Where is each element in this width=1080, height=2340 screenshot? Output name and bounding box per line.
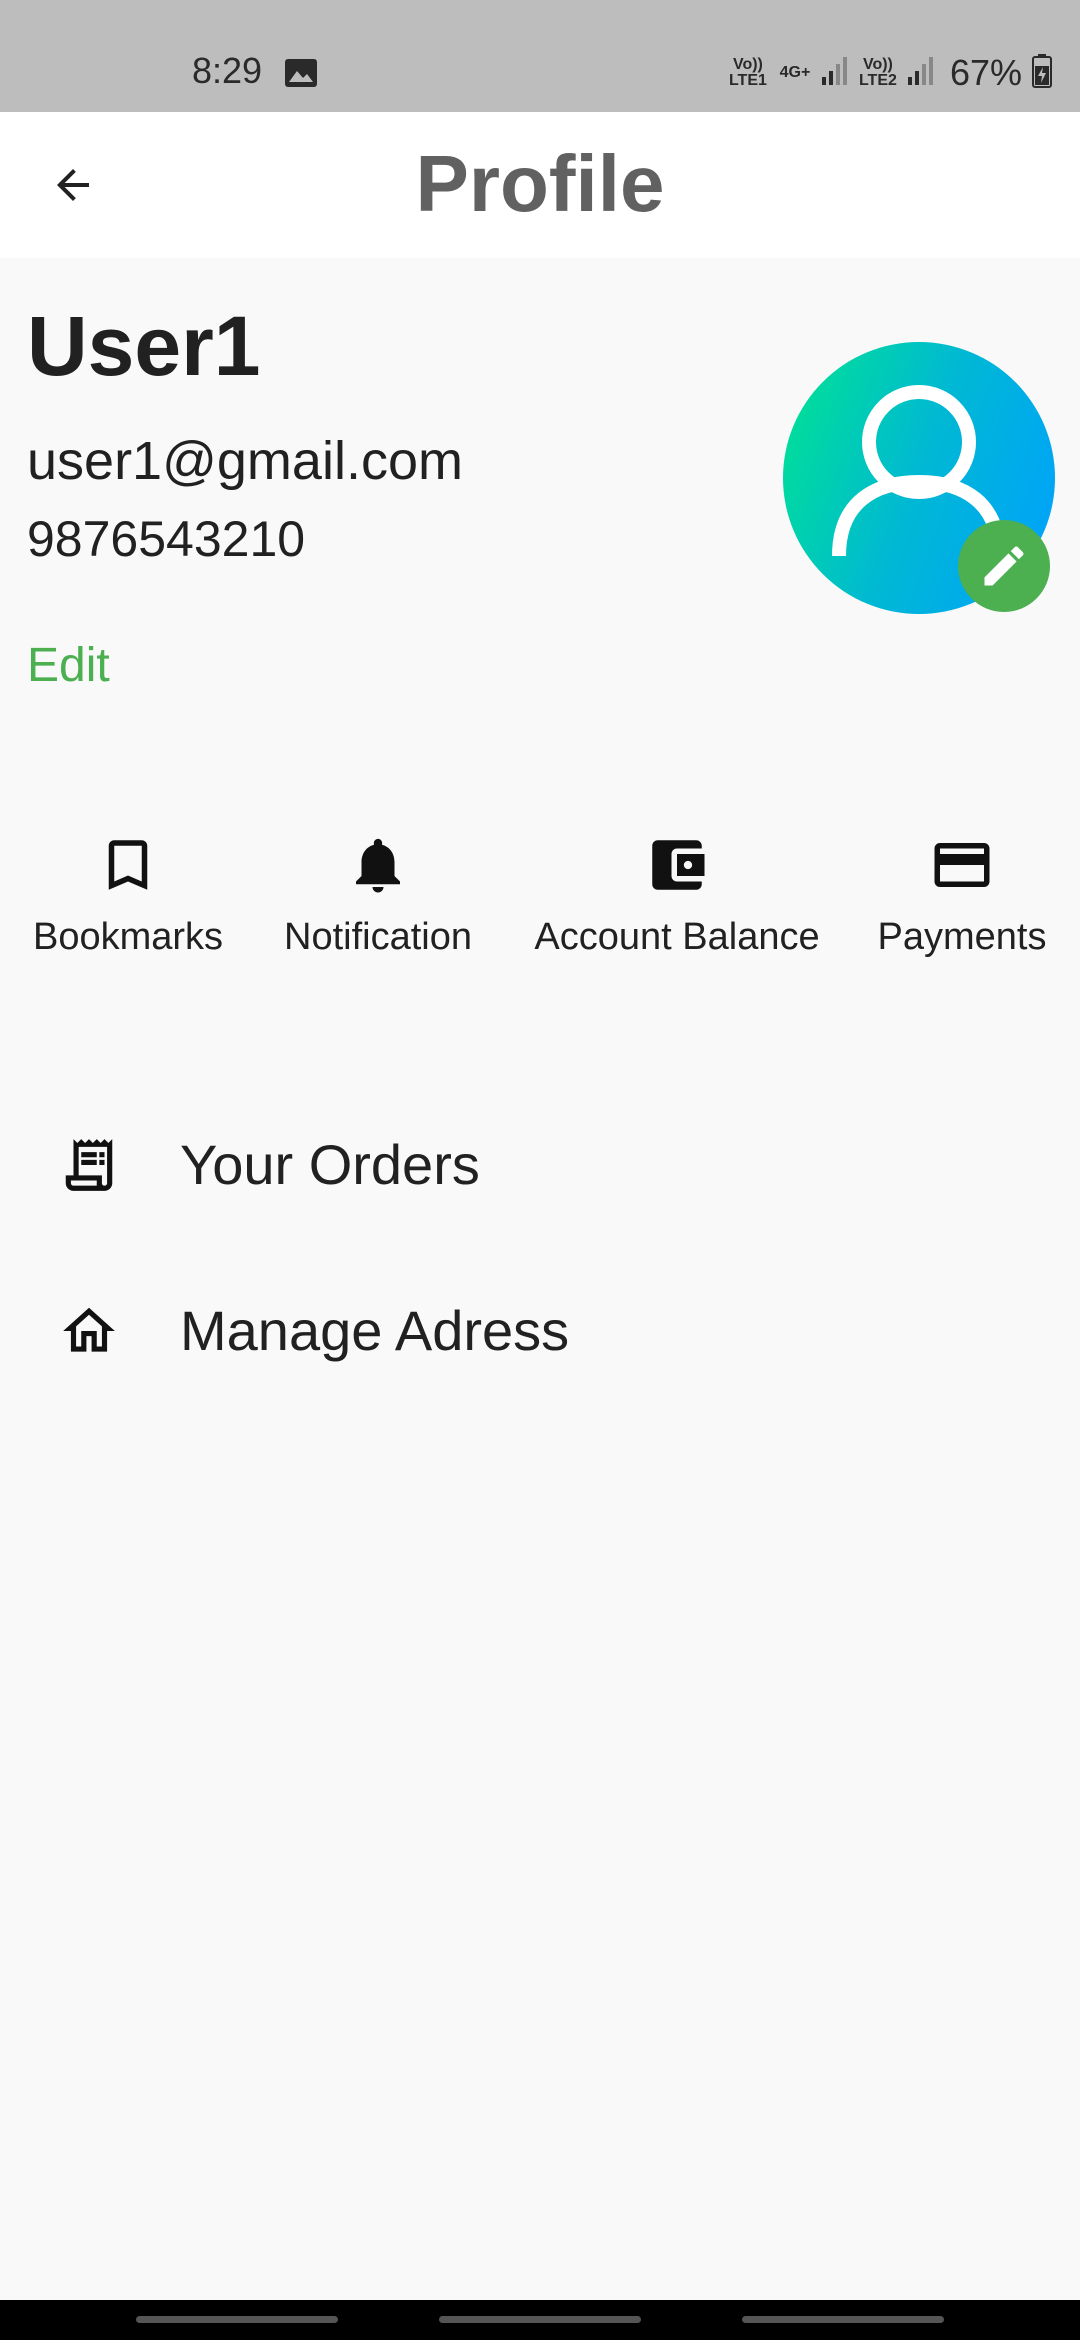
system-nav-bar [0,2300,1080,2340]
bookmarks-button[interactable]: Bookmarks [27,832,229,959]
image-notification-icon [284,58,318,93]
status-bar: 8:29 Vo)) LTE1 4G+ Vo)) LTE2 67% [0,0,1080,112]
account-balance-label: Account Balance [534,916,820,958]
user-phone: 9876543210 [27,511,306,567]
your-orders-label: Your Orders [180,1133,480,1196]
edit-profile-link[interactable]: Edit [27,638,110,693]
quick-actions: Bookmarks Notification Account Balance P… [0,832,1080,1002]
signal-icon [907,56,934,90]
status-time: 8:29 [192,50,263,91]
app-bar: Profile [0,112,1080,258]
credit-card-icon [934,843,990,887]
battery-icon [1032,53,1052,93]
receipt-icon [58,1134,120,1201]
account-balance-button[interactable]: Account Balance [524,832,830,959]
manage-address-item[interactable]: Manage Adress [0,1274,1080,1384]
manage-address-label: Manage Adress [180,1299,570,1362]
bell-icon [356,838,400,893]
home-icon [58,1300,120,1367]
bookmarks-label: Bookmarks [32,916,224,958]
notification-button[interactable]: Notification [272,832,484,959]
nav-handle[interactable] [439,2316,641,2323]
edit-avatar-button[interactable] [958,520,1050,612]
sim1-label: Vo)) LTE1 [728,56,767,89]
payments-label: Payments [877,916,1047,958]
status-indicators: Vo)) LTE1 4G+ Vo)) LTE2 67% [728,52,1052,94]
notification-label: Notification [284,916,472,958]
wallet-icon [652,840,705,890]
network-type: 4G+ [779,64,811,81]
user-email: user1@gmail.com [27,431,463,491]
your-orders-item[interactable]: Your Orders [0,1108,1080,1218]
battery-percent: 67% [949,52,1022,93]
nav-handle[interactable] [136,2316,338,2323]
payments-button[interactable]: Payments [870,832,1054,959]
pencil-icon [984,546,1024,586]
nav-handle[interactable] [742,2316,944,2323]
page-title: Profile [415,139,665,228]
signal-icon [821,56,848,90]
bookmark-icon [108,840,148,890]
user-name: User1 [27,299,261,393]
sim2-label: Vo)) LTE2 [858,56,897,89]
